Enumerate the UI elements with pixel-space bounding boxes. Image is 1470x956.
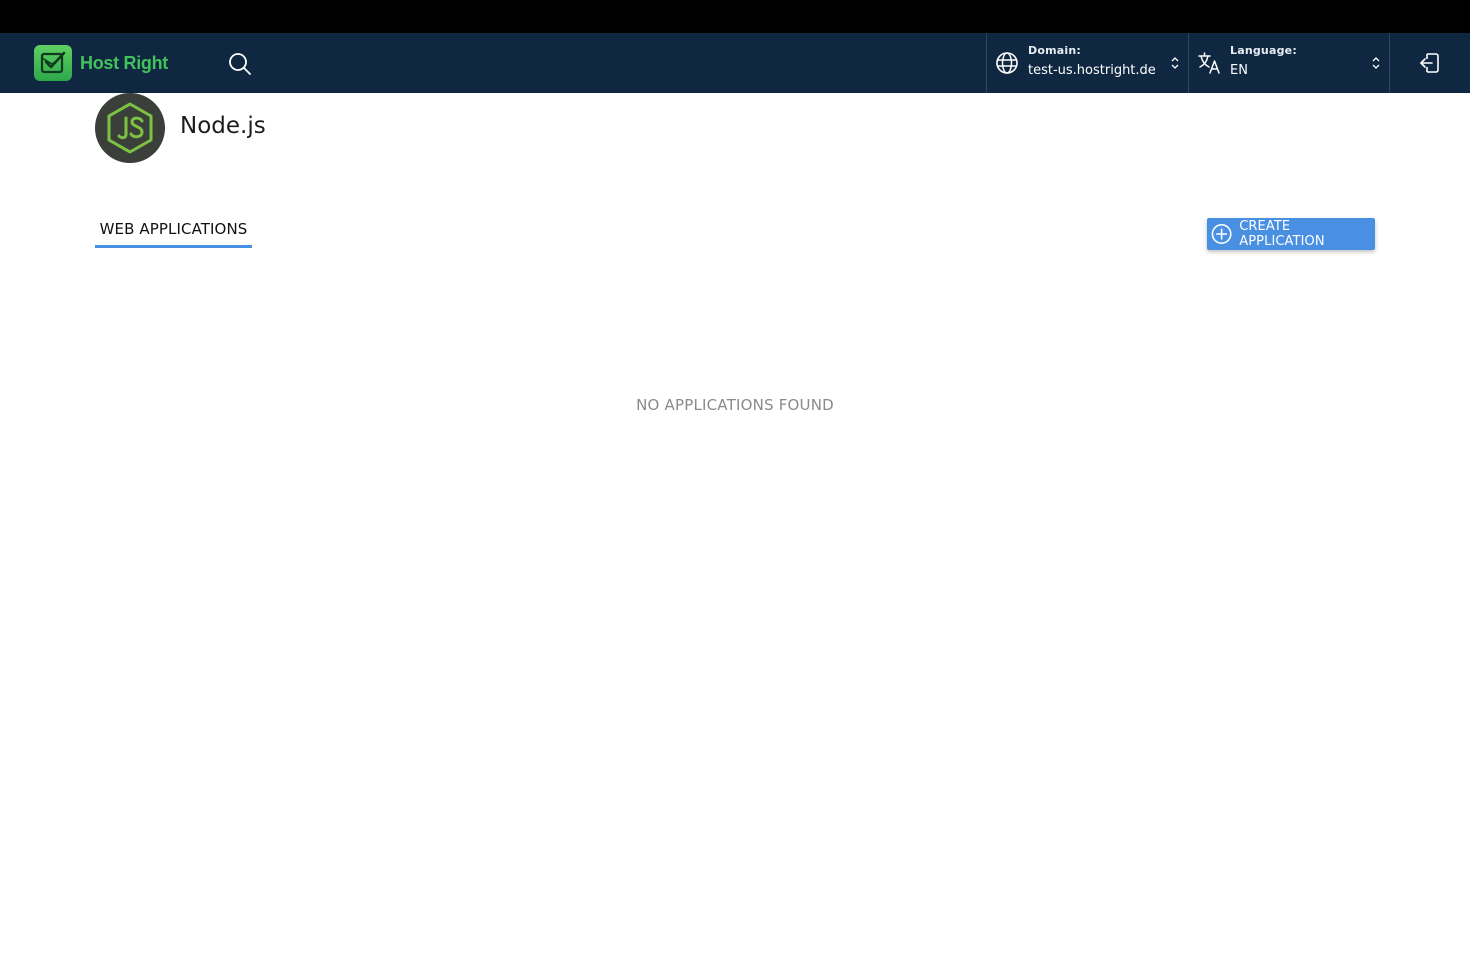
language-value: EN (1230, 63, 1248, 78)
search-button[interactable] (226, 50, 254, 78)
logout-button[interactable] (1389, 33, 1470, 93)
nodejs-icon (95, 93, 165, 163)
app-header: Node.js (95, 93, 266, 163)
brand-name: Host Right (80, 52, 168, 73)
create-application-button[interactable]: CREATE APPLICATION (1207, 218, 1375, 250)
top-navbar: Host Right Domain: test-us.hostright.de (0, 33, 1470, 93)
logout-icon (1420, 53, 1439, 73)
updown-chevron-icon (1372, 57, 1380, 69)
domain-label: Domain: (1028, 44, 1081, 57)
plus-circle-icon (1211, 224, 1232, 244)
tab-label: WEB APPLICATIONS (99, 220, 248, 238)
top-black-bar (0, 0, 1470, 33)
language-label: Language: (1230, 44, 1297, 57)
empty-state-message: NO APPLICATIONS FOUND (636, 396, 834, 414)
domain-value: test-us.hostright.de (1028, 63, 1156, 78)
globe-icon (996, 52, 1018, 74)
search-icon (229, 53, 251, 75)
domain-selector[interactable]: Domain: test-us.hostright.de (986, 33, 1188, 93)
page-title: Node.js (180, 112, 266, 139)
brand-logo[interactable]: Host Right (34, 45, 168, 81)
tab-web-applications[interactable]: WEB APPLICATIONS (95, 220, 252, 248)
updown-chevron-icon (1171, 57, 1179, 69)
language-selector[interactable]: Language: EN (1188, 33, 1389, 93)
translate-icon (1198, 52, 1220, 74)
checkbox-envelope-icon (34, 45, 72, 81)
create-application-label: CREATE APPLICATION (1239, 219, 1325, 249)
